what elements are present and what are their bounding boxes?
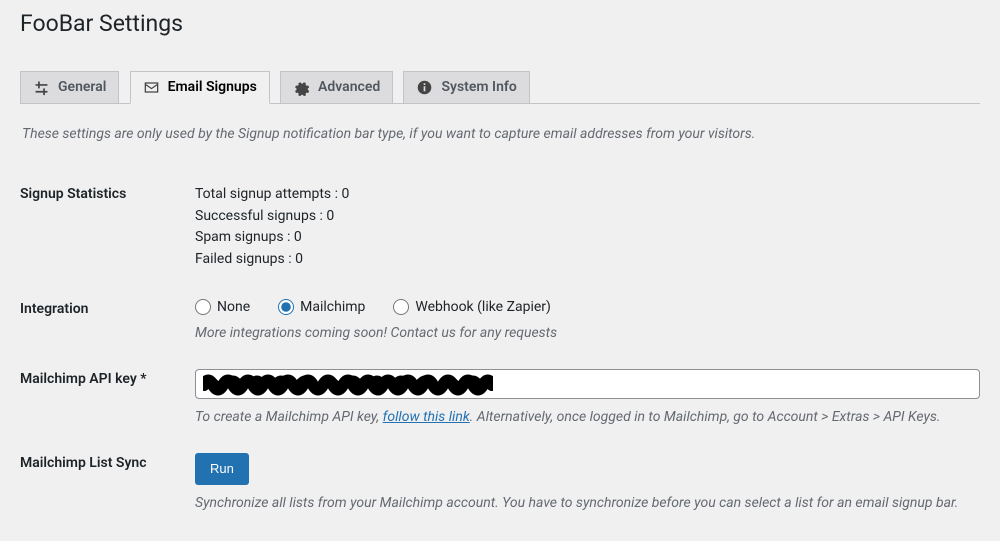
tab-advanced[interactable]: Advanced	[280, 71, 393, 103]
label-api-key: Mailchimp API key *	[20, 369, 195, 387]
row-signup-statistics: Signup Statistics Total signup attempts …	[20, 166, 980, 281]
radio-item-mailchimp[interactable]: Mailchimp	[278, 299, 365, 315]
api-key-link[interactable]: follow this link	[383, 409, 470, 425]
row-list-sync: Mailchimp List Sync Run Synchronize all …	[20, 435, 980, 521]
tab-system-info[interactable]: System Info	[403, 71, 529, 103]
stat-spam: Spam signups : 0	[195, 227, 980, 249]
intro-text: These settings are only used by the Sign…	[20, 126, 980, 142]
label-integration: Integration	[20, 299, 195, 317]
tab-label: Email Signups	[168, 79, 257, 95]
row-api-key: Mailchimp API key * To create a Mailchim…	[20, 351, 980, 435]
integration-note: More integrations coming soon! Contact u…	[195, 325, 980, 341]
radio-webhook[interactable]	[393, 299, 409, 315]
tab-label: Advanced	[318, 79, 380, 95]
radio-item-none[interactable]: None	[195, 299, 250, 315]
page-title: FooBar Settings	[20, 0, 980, 43]
stat-success: Successful signups : 0	[195, 206, 980, 228]
info-icon	[416, 79, 433, 96]
radio-item-webhook[interactable]: Webhook (like Zapier)	[393, 299, 551, 315]
api-key-description: To create a Mailchimp API key, follow th…	[195, 409, 980, 425]
radio-label-mailchimp: Mailchimp	[300, 299, 365, 315]
label-list-sync: Mailchimp List Sync	[20, 453, 195, 471]
envelope-icon	[143, 79, 160, 96]
row-integration: Integration None Mailchimp Webhook (like…	[20, 281, 980, 351]
tab-label: General	[58, 79, 106, 95]
tab-nav: General Email Signups Advanced System In…	[20, 61, 980, 104]
sync-run-button[interactable]: Run	[195, 453, 249, 485]
stat-failed: Failed signups : 0	[195, 249, 980, 271]
api-key-desc-prefix: To create a Mailchimp API key,	[195, 409, 383, 425]
stat-total: Total signup attempts : 0	[195, 184, 980, 206]
gear-icon	[293, 79, 310, 96]
label-signup-statistics: Signup Statistics	[20, 184, 195, 202]
radio-none[interactable]	[195, 299, 211, 315]
api-key-input[interactable]	[195, 369, 980, 399]
api-key-desc-suffix: . Alternatively, once logged in to Mailc…	[470, 409, 941, 425]
radio-label-webhook: Webhook (like Zapier)	[415, 299, 551, 315]
tab-email-signups[interactable]: Email Signups	[130, 71, 270, 104]
radio-mailchimp[interactable]	[278, 299, 294, 315]
radio-label-none: None	[217, 299, 250, 315]
sliders-icon	[33, 79, 50, 96]
tab-label: System Info	[441, 79, 516, 95]
sync-description: Synchronize all lists from your Mailchim…	[195, 495, 980, 511]
tab-general[interactable]: General	[20, 71, 119, 103]
